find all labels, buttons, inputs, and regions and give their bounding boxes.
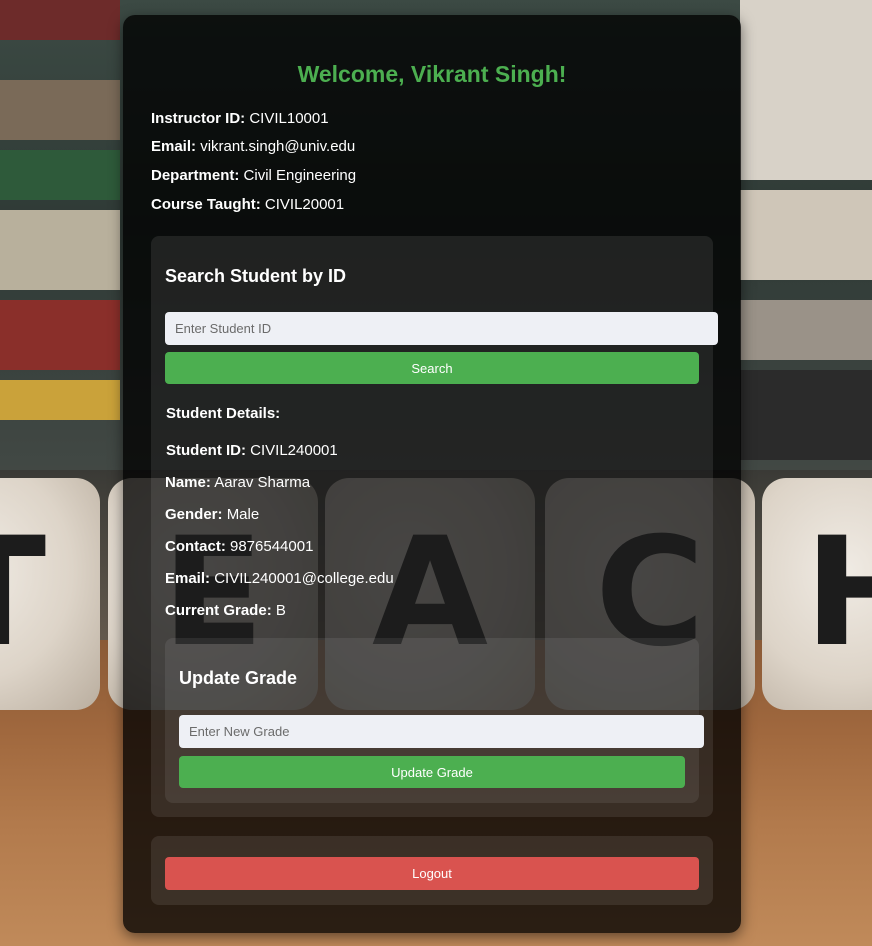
background-book [740, 0, 872, 180]
student-grade-label: Current Grade: [165, 602, 272, 619]
instructor-dashboard-panel: Welcome, Vikrant Singh! Instructor ID: C… [123, 15, 741, 933]
background-book [740, 370, 872, 460]
update-grade-card: Update Grade Update Grade [165, 638, 704, 803]
student-gender-value: Male [226, 506, 260, 523]
instructor-department-label: Department: [151, 167, 240, 184]
student-gender-label: Gender: [165, 506, 223, 523]
student-gender-line: Gender: Male [165, 506, 259, 523]
welcome-heading: Welcome, Vikrant Singh! [297, 61, 567, 87]
student-email-value: CIVIL240001@college.edu [214, 570, 394, 587]
letter-block-glyph: H [804, 506, 872, 680]
student-id-label: Student ID: [166, 442, 246, 459]
instructor-id-line: Instructor ID: CIVIL10001 [151, 110, 329, 127]
instructor-department-line: Department: Civil Engineering [151, 167, 356, 184]
letter-block-glyph: T [0, 518, 100, 668]
student-grade-value: B [275, 602, 286, 619]
student-name-value: Aarav Sharma [214, 474, 311, 491]
background-book [0, 300, 120, 370]
student-contact-value: 9876544001 [230, 538, 314, 555]
background-book [0, 80, 120, 140]
student-name-label: Name: [165, 474, 211, 491]
background-book [0, 150, 120, 200]
instructor-course-label: Course Taught: [151, 196, 261, 213]
instructor-email-line: Email: vikrant.singh@univ.edu [151, 138, 355, 155]
instructor-course-value: CIVIL20001 [264, 196, 345, 213]
letter-block: H [762, 478, 872, 710]
search-student-card: Search Student by ID Search Student Deta… [151, 236, 718, 817]
background-book [0, 0, 120, 40]
background-book [740, 190, 872, 280]
update-grade-title: Update Grade [179, 668, 298, 688]
background-book [0, 380, 120, 420]
instructor-id-value: CIVIL10001 [249, 110, 329, 127]
search-student-title: Search Student by ID [165, 266, 347, 286]
student-email-label: Email: [165, 570, 211, 587]
instructor-department-value: Civil Engineering [243, 167, 357, 184]
instructor-course-line: Course Taught: CIVIL20001 [151, 196, 344, 213]
logout-card: Logout [151, 836, 713, 905]
instructor-id-label: Instructor ID: [151, 110, 246, 127]
student-grade-line: Current Grade: B [165, 602, 286, 619]
search-button[interactable]: Search [165, 352, 699, 384]
letter-block: T [0, 478, 100, 710]
new-grade-input[interactable] [179, 715, 704, 748]
student-id-input[interactable] [165, 312, 718, 345]
logout-button[interactable]: Logout [165, 857, 699, 890]
instructor-email-label: Email: [151, 138, 197, 155]
student-details-heading: Student Details: [166, 405, 281, 422]
background-book [0, 210, 120, 290]
student-id-value: CIVIL240001 [250, 442, 338, 459]
student-email-line: Email: CIVIL240001@college.edu [165, 570, 394, 587]
update-grade-button[interactable]: Update Grade [179, 756, 685, 788]
student-id-line: Student ID: CIVIL240001 [166, 442, 338, 459]
student-contact-label: Contact: [165, 538, 226, 555]
instructor-email-value: vikrant.singh@univ.edu [200, 138, 356, 155]
student-contact-line: Contact: 9876544001 [165, 538, 313, 555]
student-name-line: Name: Aarav Sharma [165, 474, 310, 491]
background-book [740, 300, 872, 360]
